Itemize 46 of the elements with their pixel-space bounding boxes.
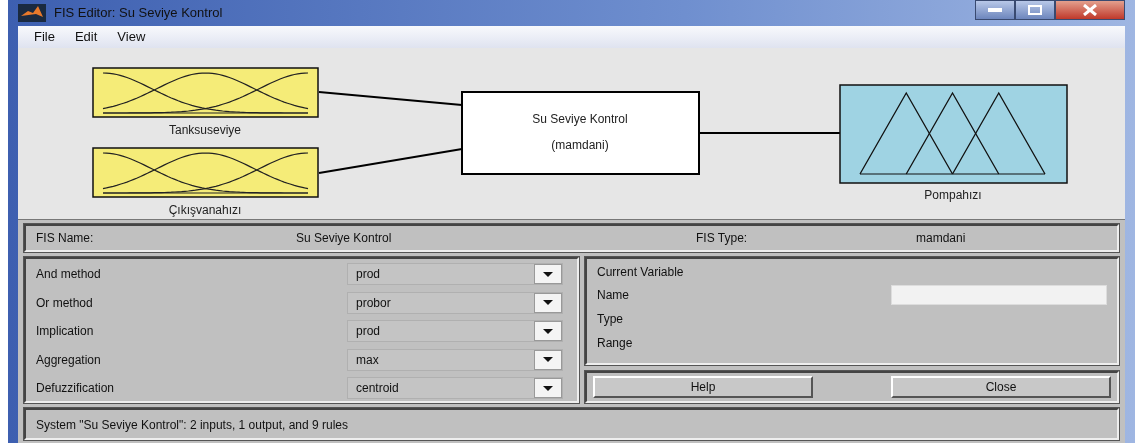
- input-variable-name: Tanksuseviye: [169, 123, 241, 137]
- field-label: Range: [597, 334, 633, 352]
- method-label: Or method: [36, 294, 93, 312]
- menu-item[interactable]: View: [107, 27, 156, 47]
- system-block[interactable]: [461, 91, 700, 175]
- minimize-icon: [988, 8, 1002, 12]
- method-dropdown[interactable]: centroid: [347, 377, 563, 399]
- dialog-button[interactable]: Close: [891, 376, 1111, 398]
- method-label: Implication: [36, 323, 94, 340]
- dropdown-arrow-icon: [543, 300, 553, 305]
- dropdown-arrow-icon: [543, 357, 553, 362]
- window-title: FIS Editor: Su Seviye Kontrol: [54, 4, 223, 23]
- output-variable-block[interactable]: [839, 84, 1068, 184]
- method-dropdown[interactable]: prod: [347, 320, 563, 342]
- dropdown-arrow-icon: [543, 328, 553, 334]
- menu-item[interactable]: File: [24, 27, 65, 47]
- method-label: Aggregation: [36, 351, 101, 369]
- menu-item[interactable]: Edit: [64, 27, 108, 47]
- input-variable-name: Çıkışvanahızı: [168, 203, 242, 217]
- close-button[interactable]: [1055, 0, 1125, 20]
- maximize-button[interactable]: [1015, 0, 1055, 20]
- input-variable-block[interactable]: [92, 67, 319, 118]
- dropdown-arrow-icon: [543, 271, 553, 277]
- close-icon: [1083, 4, 1097, 16]
- dialog-button[interactable]: Help: [593, 376, 813, 398]
- system-name: Su Seviye Kontrol: [532, 112, 628, 126]
- dropdown-arrow-icon: [543, 385, 553, 391]
- output-variable-name: Pompahızı: [924, 188, 982, 202]
- system-type: (mamdani): [551, 138, 609, 152]
- fis-name-value: Su Seviye Kontrol: [296, 230, 393, 247]
- status-message: System "Su Seviye Kontrol": 2 inputs, 1 output, and 9 rules: [36, 418, 349, 432]
- name-field[interactable]: [891, 284, 1107, 305]
- method-dropdown[interactable]: max: [347, 348, 563, 371]
- method-label: And method: [36, 266, 101, 283]
- input-variable-block[interactable]: [92, 147, 319, 198]
- field-label: Name: [597, 286, 629, 304]
- fis-name-label: FIS Name:: [36, 230, 95, 247]
- method-label: Defuzzification: [36, 380, 115, 397]
- fis-type-value: mamdani: [916, 230, 966, 247]
- fis-type-label: FIS Type:: [696, 230, 749, 247]
- field-label: Type: [597, 310, 623, 328]
- method-dropdown[interactable]: probor: [347, 291, 563, 314]
- section-title: Current Variable: [597, 264, 685, 281]
- maximize-icon: [1028, 5, 1042, 15]
- minimize-button[interactable]: [975, 0, 1015, 20]
- method-dropdown[interactable]: prod: [347, 263, 563, 285]
